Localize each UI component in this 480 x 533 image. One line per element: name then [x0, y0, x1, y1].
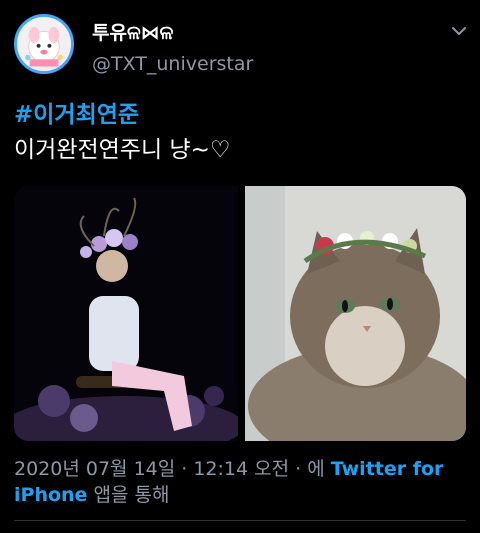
tweet-meta: 2020년 07월 14일 · 12:14 오전 · 에 Twitter for…: [14, 456, 466, 508]
avatar[interactable]: [14, 14, 74, 74]
timestamp[interactable]: 2020년 07월 14일 · 12:14 오전 · 에: [14, 458, 325, 480]
tweet-text: #이거최연준 이거완전연주니 냥~♡: [14, 98, 230, 168]
person-with-flower-crown-image: [14, 186, 238, 441]
media-image-left[interactable]: [14, 186, 238, 441]
media-grid: [14, 186, 466, 441]
divider: [14, 520, 466, 521]
cat-with-flower-crown-image: [245, 186, 466, 441]
display-name[interactable]: 투유ଳ⋈ଳ: [92, 18, 173, 45]
cartoon-character-avatar-icon: [17, 17, 71, 71]
tweet-body: 이거완전연주니 냥~♡: [14, 137, 231, 163]
source-suffix: 앱을 통해: [93, 484, 170, 506]
tweet-header: 투유ଳ⋈ଳ @TXT_universtar: [0, 0, 480, 90]
chevron-down-icon[interactable]: [450, 22, 468, 40]
user-handle[interactable]: @TXT_universtar: [92, 53, 253, 75]
hashtag-link[interactable]: #이거최연준: [14, 98, 230, 133]
media-image-right[interactable]: [245, 186, 466, 441]
